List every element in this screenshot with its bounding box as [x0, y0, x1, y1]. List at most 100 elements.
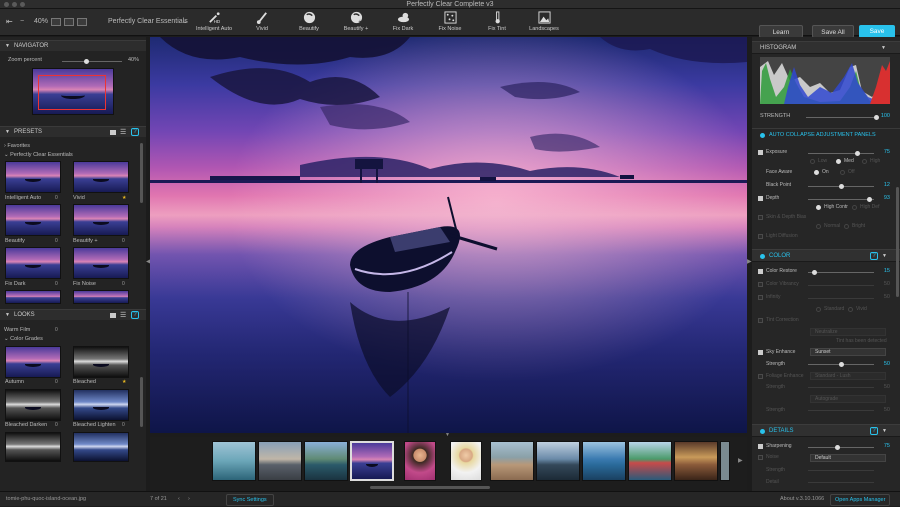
- preset-thumbnail[interactable]: [5, 204, 61, 236]
- exposure-slider[interactable]: [808, 151, 874, 156]
- tool-beautify[interactable]: Beautify: [283, 9, 335, 36]
- sky-strength-slider-knob[interactable]: [838, 362, 844, 367]
- noise-checkbox[interactable]: [758, 455, 763, 460]
- sky-enhance-select[interactable]: Sunset: [810, 348, 886, 356]
- favorite-star-icon[interactable]: ★: [122, 195, 126, 202]
- look-thumbnail[interactable]: [5, 432, 61, 462]
- navigator-viewport-frame[interactable]: [38, 75, 106, 110]
- filmstrip-scrollbar[interactable]: [370, 486, 490, 489]
- preset-thumbnail[interactable]: [5, 161, 61, 193]
- grid-view-icon[interactable]: [110, 313, 116, 318]
- film-thumbnail[interactable]: [404, 441, 436, 481]
- help-icon[interactable]: ?: [131, 311, 139, 319]
- sharpening-checkbox[interactable]: [758, 444, 763, 449]
- color-restore-slider[interactable]: [808, 270, 874, 275]
- filmstrip-next-icon[interactable]: ▶: [738, 457, 743, 464]
- film-thumbnail[interactable]: [258, 441, 302, 481]
- infinity-checkbox[interactable]: [758, 295, 763, 300]
- infinity-slider[interactable]: [808, 298, 874, 299]
- skin-depth-bias-checkbox[interactable]: [758, 215, 763, 220]
- film-thumbnail[interactable]: [212, 441, 256, 481]
- tint-correction-checkbox[interactable]: [758, 318, 763, 323]
- looks-scrollbar[interactable]: [140, 377, 143, 427]
- tool-fix-tint[interactable]: Fix Tint: [471, 9, 523, 36]
- film-thumbnail[interactable]: [450, 441, 482, 481]
- preset-thumbnail[interactable]: [73, 204, 129, 236]
- depth-high-def-radio[interactable]: [852, 205, 857, 210]
- noise-strength-slider[interactable]: [808, 470, 874, 471]
- exposure-low-radio[interactable]: [810, 159, 815, 164]
- face-aware-off-radio[interactable]: [840, 170, 845, 175]
- preset-thumbnail[interactable]: [5, 290, 61, 304]
- light-diffusion-checkbox[interactable]: [758, 234, 763, 239]
- tool-fix-noise[interactable]: Fix Noise: [424, 9, 476, 36]
- exposure-high-radio[interactable]: [862, 159, 867, 164]
- foliage-grade-select[interactable]: Autograde: [810, 395, 886, 403]
- tool-landscapes[interactable]: Landscapes: [518, 9, 570, 36]
- exposure-checkbox[interactable]: [758, 150, 763, 155]
- zoom-percent[interactable]: 40%: [34, 17, 48, 27]
- right-panel-scrollbar[interactable]: [896, 187, 899, 297]
- tool-fix-dark[interactable]: Fix Dark: [377, 9, 429, 36]
- depth-checkbox[interactable]: [758, 196, 763, 201]
- color-vibrancy-checkbox[interactable]: [758, 282, 763, 287]
- details-header[interactable]: DETAILS ? ▼: [752, 424, 900, 437]
- favorite-star-icon[interactable]: ★: [122, 379, 126, 386]
- color-restore-checkbox[interactable]: [758, 269, 763, 274]
- color-vibrancy-slider[interactable]: [808, 285, 874, 286]
- presets-scrollbar[interactable]: [140, 143, 143, 203]
- film-thumbnail[interactable]: [304, 441, 348, 481]
- chevron-down-icon[interactable]: ⌄: [182, 17, 188, 27]
- depth-slider[interactable]: [808, 197, 874, 202]
- sky-strength-slider[interactable]: [808, 362, 874, 367]
- infinity-standard-radio[interactable]: [816, 307, 821, 312]
- zoom-slider[interactable]: [62, 59, 122, 64]
- collapse-right-panel-icon[interactable]: ▶: [747, 258, 752, 265]
- depth-high-contr-radio[interactable]: [816, 205, 821, 210]
- foliage-enhance-checkbox[interactable]: [758, 374, 763, 379]
- list-view-icon[interactable]: ☰: [120, 310, 126, 321]
- film-thumbnail[interactable]: [628, 441, 672, 481]
- presets-header[interactable]: ▼ PRESETS ☰ ?: [0, 126, 146, 137]
- preset-thumbnail[interactable]: [5, 247, 61, 279]
- preset-thumbnail[interactable]: [73, 247, 129, 279]
- open-apps-manager-button[interactable]: Open Apps Manager: [830, 494, 891, 506]
- histogram-header[interactable]: HISTOGRAM ▼: [752, 41, 900, 54]
- compare-view-icon[interactable]: [77, 18, 87, 26]
- preset-selector[interactable]: Perfectly Clear Essentials: [108, 17, 188, 27]
- exposure-slider-knob[interactable]: [855, 151, 860, 156]
- main-photo[interactable]: [150, 37, 747, 433]
- tint-correction-select[interactable]: Neutralize: [810, 328, 886, 336]
- black-point-slider[interactable]: [808, 184, 874, 189]
- tool-intelligent-auto[interactable]: HD Intelligent Auto: [188, 9, 240, 36]
- look-thumbnail[interactable]: [5, 346, 61, 378]
- foliage-strength2-slider[interactable]: [808, 410, 874, 411]
- black-point-slider-knob[interactable]: [838, 184, 844, 189]
- grid-view-icon[interactable]: [110, 130, 116, 135]
- film-thumbnail[interactable]: [720, 441, 730, 481]
- next-image-icon[interactable]: ›: [188, 492, 190, 507]
- zoom-slider-knob[interactable]: [83, 59, 89, 64]
- favorites-group[interactable]: › Favorites: [4, 143, 30, 150]
- color-grades-group[interactable]: ⌄ Color Grades: [4, 336, 43, 343]
- navigator-preview[interactable]: [32, 68, 114, 115]
- look-thumbnail[interactable]: [73, 389, 129, 421]
- tool-vivid[interactable]: Vivid: [236, 9, 288, 36]
- color-restore-slider-knob[interactable]: [812, 270, 818, 275]
- strength-slider[interactable]: [806, 115, 879, 120]
- infinity-vivid-radio[interactable]: [848, 307, 853, 312]
- list-view-icon[interactable]: ☰: [120, 127, 126, 138]
- look-thumbnail[interactable]: [73, 346, 129, 378]
- about-version[interactable]: About v.3.10.1066: [780, 492, 824, 507]
- color-header[interactable]: COLOR ? ▼: [752, 249, 900, 262]
- help-icon[interactable]: ?: [870, 252, 878, 260]
- skin-bright-radio[interactable]: [844, 224, 849, 229]
- collapse-triangle-icon[interactable]: ▼: [882, 250, 887, 263]
- sharpening-slider-knob[interactable]: [835, 445, 841, 450]
- auto-collapse-row[interactable]: AUTO COLLAPSE ADJUSTMENT PANELS: [752, 128, 900, 140]
- tool-beautify-plus[interactable]: + Beautify +: [330, 9, 382, 36]
- sync-settings-button[interactable]: Sync Settings: [226, 494, 274, 506]
- noise-detail-slider[interactable]: [808, 482, 874, 483]
- foliage-enhance-select[interactable]: Standard - Lush: [810, 372, 886, 380]
- exposure-med-radio[interactable]: [836, 159, 841, 164]
